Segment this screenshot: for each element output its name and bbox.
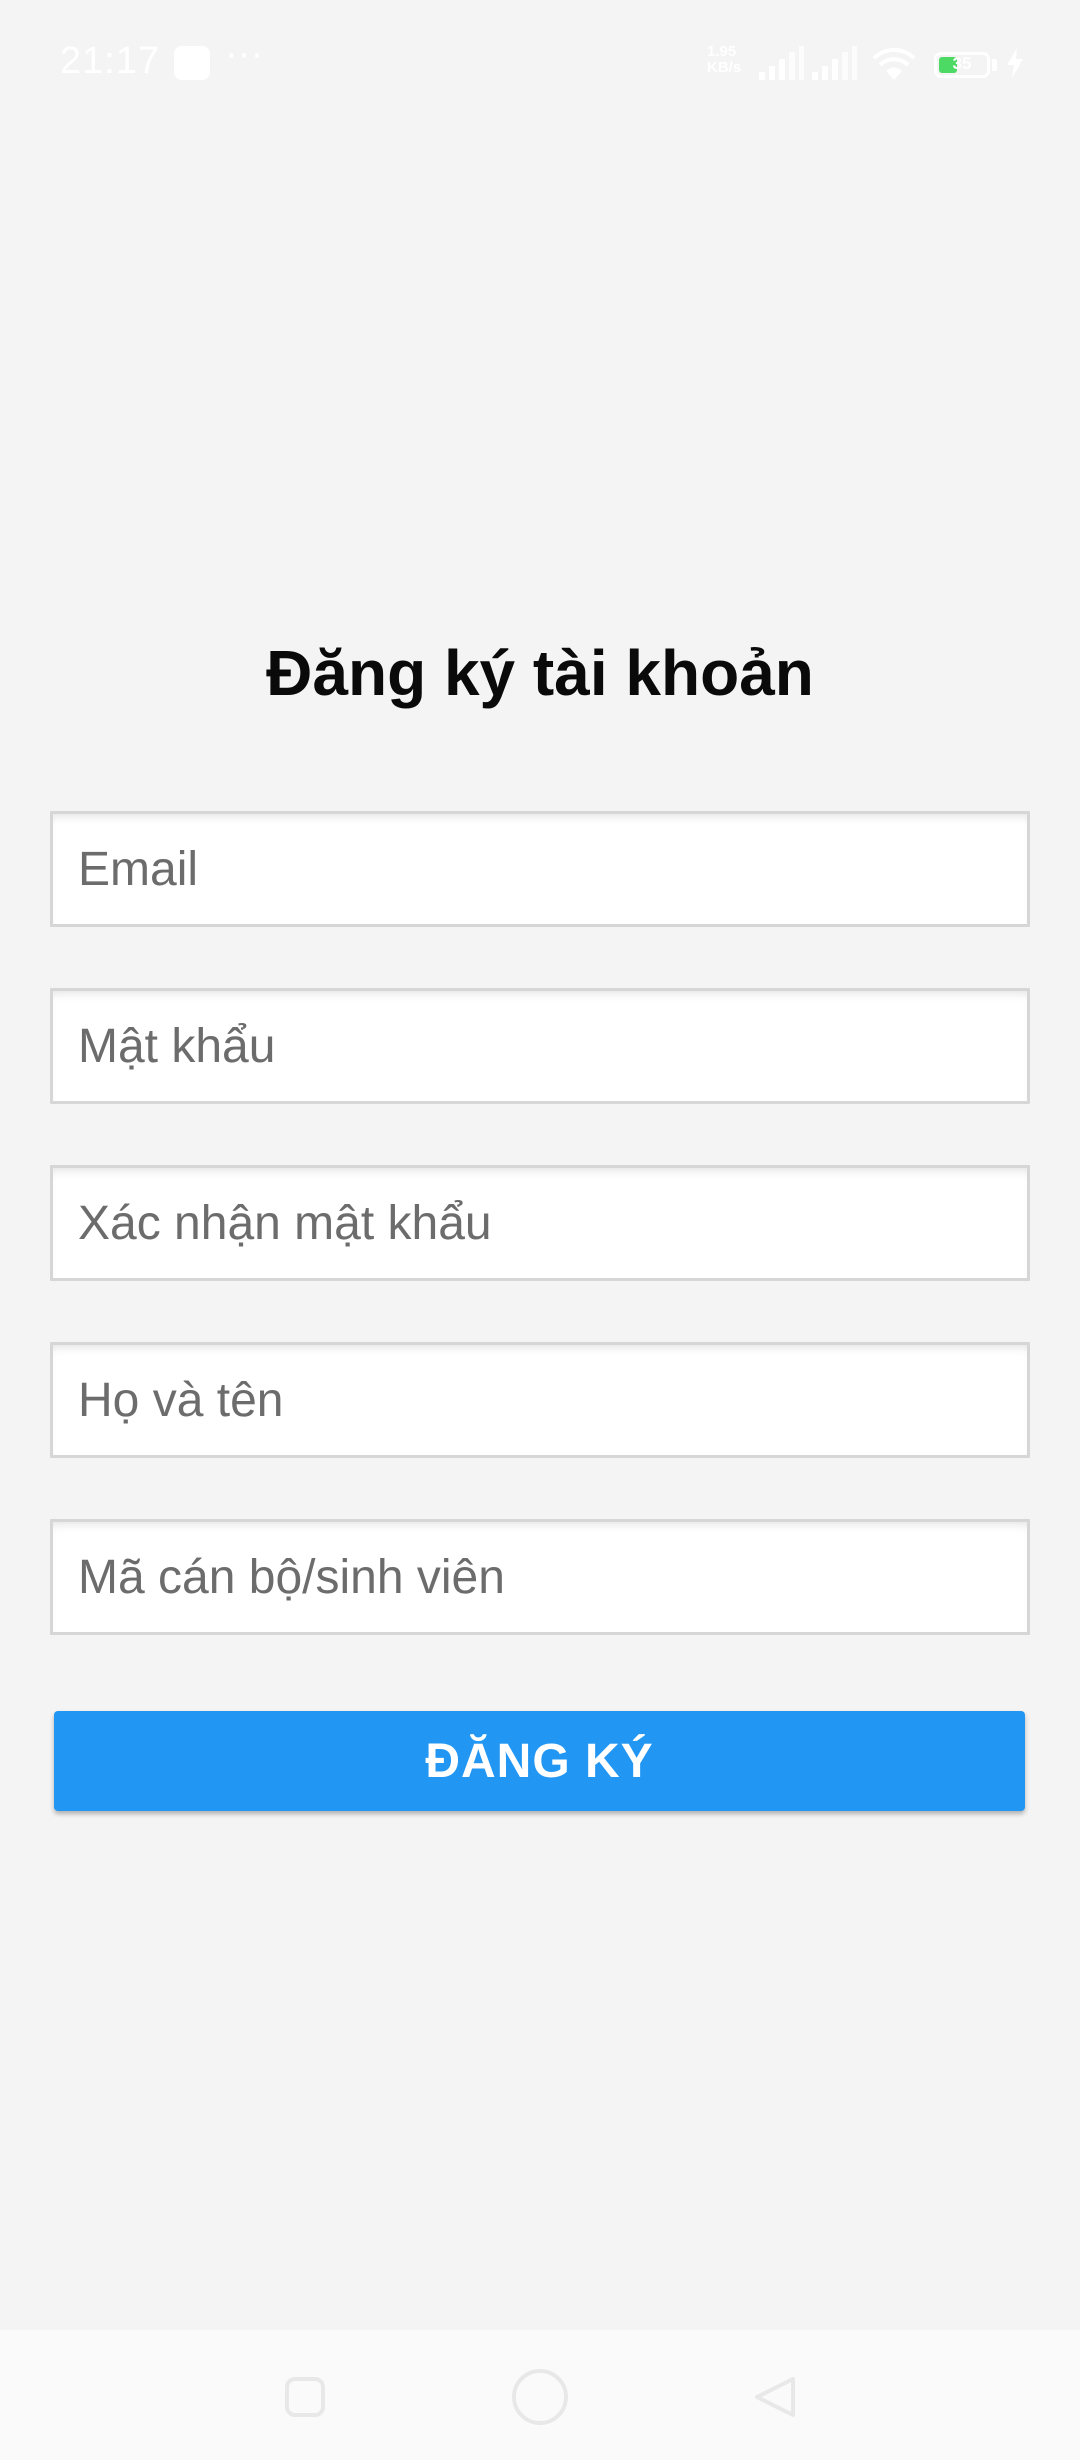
network-speed: 1.95 KB/s	[707, 44, 753, 76]
notification-app-icon	[174, 46, 210, 80]
confirm-password-field[interactable]	[50, 1165, 1030, 1281]
network-speed-value: 1.95	[707, 43, 737, 60]
recents-icon	[285, 2377, 325, 2417]
status-bar: 21:17 ··· 1.95 KB/s 35	[0, 0, 1080, 130]
back-icon	[755, 2377, 795, 2417]
network-speed-unit: KB/s	[707, 59, 742, 76]
page-title: Đăng ký tài khoản	[266, 637, 814, 709]
wifi-icon	[872, 48, 916, 80]
cellular-signal-icon	[759, 46, 804, 80]
home-icon	[512, 2369, 568, 2425]
back-button[interactable]	[730, 2352, 820, 2442]
staff-student-code-field[interactable]	[50, 1519, 1030, 1635]
recents-button[interactable]	[260, 2352, 350, 2442]
email-field[interactable]	[50, 811, 1030, 927]
more-notifications-icon: ···	[226, 36, 265, 76]
password-field[interactable]	[50, 988, 1030, 1104]
cellular-signal-2-icon	[812, 46, 857, 80]
battery-icon: 35	[934, 52, 990, 78]
battery-cap	[992, 59, 997, 71]
battery-level: 35	[952, 54, 972, 73]
home-button[interactable]	[495, 2352, 585, 2442]
charging-icon	[1007, 48, 1023, 78]
full-name-field[interactable]	[50, 1342, 1030, 1458]
register-button[interactable]: ĐĂNG KÝ	[54, 1711, 1025, 1811]
navigation-bar	[0, 2330, 1080, 2460]
status-time: 21:17	[60, 40, 161, 82]
